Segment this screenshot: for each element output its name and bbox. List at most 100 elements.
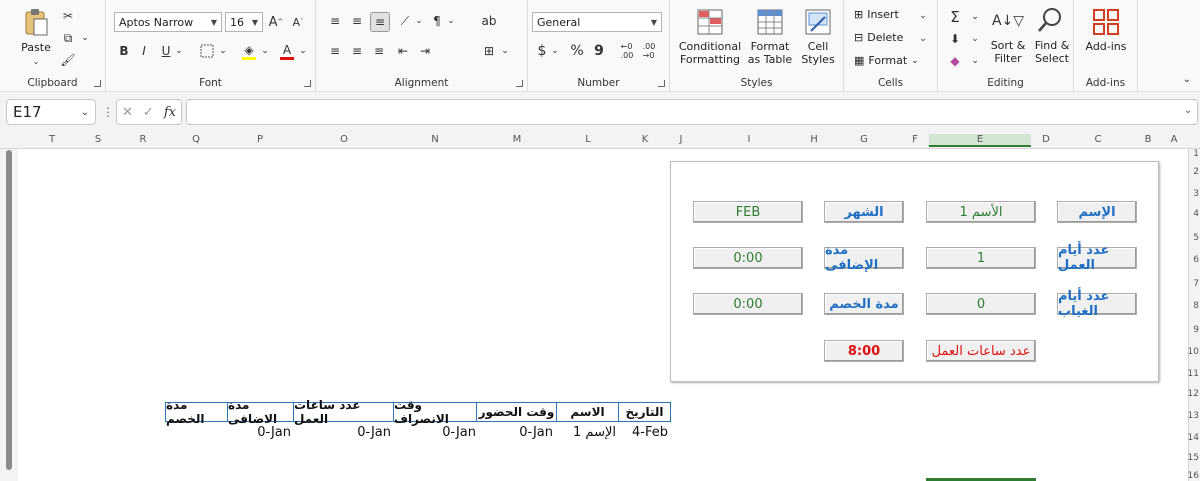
table-cell-overtime[interactable]: 0-Jan	[227, 425, 291, 440]
col-header[interactable]: N	[431, 134, 438, 145]
text-direction-icon[interactable]: ¶	[428, 12, 446, 30]
format-as-table-label[interactable]: Format as Table	[744, 40, 796, 66]
table-header-hours[interactable]: عدد ساعات العمل	[293, 398, 394, 426]
table-cell-date[interactable]: 4-Feb	[618, 425, 668, 440]
font-color-dropdown-icon[interactable]: ⌄	[298, 42, 308, 60]
absence-label-button[interactable]: عدد أيام الغياب	[1057, 289, 1137, 319]
row-header[interactable]: 4	[1193, 209, 1199, 219]
merge-dropdown-icon[interactable]: ⌄	[500, 42, 510, 60]
comma-style-icon[interactable]: 9	[592, 42, 606, 60]
delete-button[interactable]: ⊟ Delete	[854, 31, 903, 44]
table-header-date[interactable]: التاريخ	[618, 402, 671, 422]
col-header-selected[interactable]: E	[928, 134, 1032, 147]
name-value-field[interactable]: الأسم 1	[926, 201, 1036, 223]
currency-icon[interactable]: $	[534, 42, 550, 60]
font-size-combo[interactable]: 16 ▼	[225, 12, 263, 32]
table-header-checkin[interactable]: وقت الحضور	[476, 402, 557, 422]
addins-icon[interactable]	[1092, 8, 1120, 36]
row-header[interactable]: 14	[1188, 433, 1199, 443]
hours-label-button[interactable]: عدد ساعات العمل	[926, 340, 1036, 362]
table-header-name[interactable]: الاسم	[556, 402, 619, 422]
col-header[interactable]: Q	[192, 134, 200, 145]
align-right-icon[interactable]: ≡	[370, 42, 388, 60]
fill-dropdown-icon[interactable]: ⌄	[970, 30, 980, 48]
col-header[interactable]: P	[257, 134, 263, 145]
col-header[interactable]: R	[140, 134, 147, 145]
table-header-checkout[interactable]: وقت الانصراف	[393, 398, 477, 426]
overtime-label-button[interactable]: مدة الإضافى	[824, 243, 904, 273]
orientation-dropdown-icon[interactable]: ⌄	[414, 12, 424, 30]
find-select-icon[interactable]	[1036, 6, 1064, 34]
currency-dropdown-icon[interactable]: ⌄	[550, 42, 560, 60]
format-painter-icon[interactable]: 🖌	[60, 52, 76, 68]
col-header[interactable]: T	[49, 134, 55, 145]
row-header[interactable]: 7	[1193, 279, 1199, 289]
col-header[interactable]: M	[513, 134, 522, 145]
table-cell-checkin[interactable]: 0-Jan	[476, 425, 553, 440]
font-launcher-icon[interactable]	[304, 80, 311, 87]
absence-value-field[interactable]: 0	[926, 293, 1036, 315]
paste-dropdown-icon[interactable]: ⌄	[30, 56, 42, 66]
row-header[interactable]: 1	[1193, 149, 1199, 159]
row-header[interactable]: 6	[1193, 255, 1199, 265]
vertical-scrollbar[interactable]	[6, 150, 12, 470]
copy-dropdown-icon[interactable]: ⌄	[80, 30, 90, 46]
col-header[interactable]: J	[680, 134, 683, 145]
ribbon-collapse-icon[interactable]: ⌄	[1180, 72, 1194, 86]
cut-icon[interactable]: ✂	[60, 8, 76, 24]
font-color-icon[interactable]: A	[278, 40, 296, 62]
align-left-icon[interactable]: ≡	[326, 42, 344, 60]
row-header[interactable]: 5	[1193, 233, 1199, 243]
table-header-overtime[interactable]: مدة الاضافى	[227, 398, 294, 426]
overtime-value-field[interactable]: 0:00	[693, 247, 803, 269]
fill-icon[interactable]: ⬇	[946, 30, 964, 48]
number-launcher-icon[interactable]	[658, 80, 665, 87]
merge-center-icon[interactable]: ⊞	[480, 42, 498, 60]
copy-icon[interactable]: ⧉	[60, 30, 76, 46]
col-header[interactable]: S	[95, 134, 101, 145]
clipboard-launcher-icon[interactable]	[94, 80, 101, 87]
borders-dropdown-icon[interactable]: ⌄	[218, 42, 228, 60]
autosum-icon[interactable]: Σ	[946, 8, 964, 26]
percent-icon[interactable]: %	[568, 42, 586, 60]
autosum-dropdown-icon[interactable]: ⌄	[970, 8, 980, 26]
align-center-icon[interactable]: ≡	[348, 42, 366, 60]
grow-font-icon[interactable]: A ^	[267, 12, 285, 32]
wrap-text-icon[interactable]: ab	[480, 12, 498, 30]
cell-styles-label[interactable]: Cell Styles	[800, 40, 836, 66]
decrease-indent-icon[interactable]: ⇤	[394, 42, 412, 60]
increase-indent-icon[interactable]: ⇥	[416, 42, 434, 60]
borders-icon[interactable]	[198, 42, 216, 60]
col-header[interactable]: F	[912, 134, 918, 145]
col-header[interactable]: L	[585, 134, 591, 145]
deduction-value-field[interactable]: 0:00	[693, 293, 803, 315]
row-header[interactable]: 2	[1193, 167, 1199, 177]
row-header[interactable]: 15	[1188, 453, 1199, 463]
col-header[interactable]: C	[1095, 134, 1102, 145]
col-header[interactable]: A	[1171, 134, 1178, 145]
month-label-button[interactable]: الشهر	[824, 201, 904, 223]
workdays-value-field[interactable]: 1	[926, 247, 1036, 269]
increase-decimal-icon[interactable]: ←0.00	[618, 42, 636, 60]
underline-icon[interactable]: U	[158, 42, 174, 60]
format-as-table-icon[interactable]	[756, 8, 784, 36]
expand-formula-icon[interactable]: ⌄	[1184, 105, 1192, 116]
table-cell-name[interactable]: الإسم 1	[556, 425, 616, 440]
sort-filter-icon[interactable]: A↓▽	[992, 8, 1024, 34]
sort-filter-label[interactable]: Sort & Filter	[986, 39, 1030, 65]
align-bottom-icon[interactable]: ≡	[370, 12, 390, 32]
underline-dropdown-icon[interactable]: ⌄	[174, 42, 184, 60]
row-header[interactable]: 12	[1188, 389, 1199, 399]
more-icon[interactable]: ⋮	[102, 105, 114, 119]
row-header[interactable]: 10	[1188, 347, 1199, 357]
deduction-label-button[interactable]: مدة الخصم	[824, 293, 904, 315]
fill-color-dropdown-icon[interactable]: ⌄	[260, 42, 270, 60]
conditional-formatting-label[interactable]: Conditional Formatting	[674, 40, 746, 66]
delete-dropdown-icon[interactable]: ⌄	[918, 31, 928, 47]
insert-button[interactable]: ⊞ Insert	[854, 8, 899, 21]
fill-color-icon[interactable]: ◈	[240, 40, 258, 62]
col-header[interactable]: G	[860, 134, 868, 145]
name-box[interactable]: E17 ⌄	[6, 99, 96, 125]
insert-function-icon[interactable]: fx	[164, 105, 176, 120]
col-header[interactable]: O	[340, 134, 348, 145]
